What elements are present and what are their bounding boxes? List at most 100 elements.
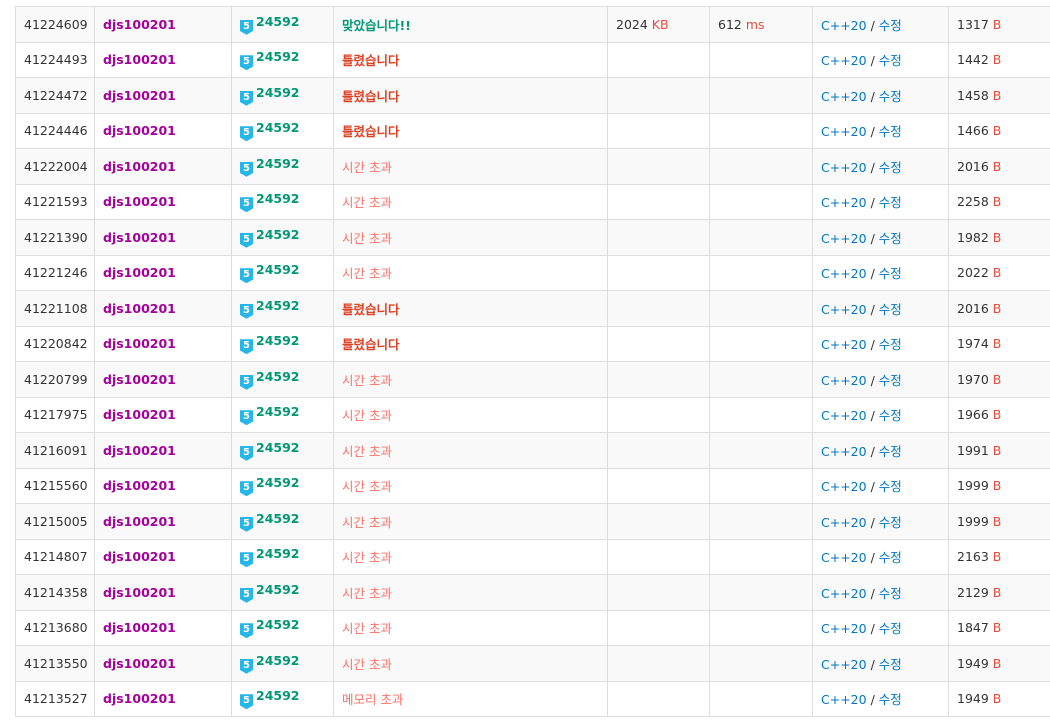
edit-link[interactable]: 수정 xyxy=(879,302,902,317)
user-link[interactable]: djs100201 xyxy=(103,194,176,209)
problem-link[interactable]: 24592 xyxy=(256,582,300,597)
edit-link[interactable]: 수정 xyxy=(879,53,902,68)
problem-link[interactable]: 24592 xyxy=(256,440,300,455)
edit-link[interactable]: 수정 xyxy=(879,195,902,210)
problem-link[interactable]: 24592 xyxy=(256,333,300,348)
user-link[interactable]: djs100201 xyxy=(103,443,176,458)
edit-link[interactable]: 수정 xyxy=(879,266,902,281)
language-link[interactable]: C++20 xyxy=(821,408,867,423)
edit-link[interactable]: 수정 xyxy=(879,160,902,175)
problem-link[interactable]: 24592 xyxy=(256,120,300,135)
submission-id: 41222004 xyxy=(15,148,95,185)
language-link[interactable]: C++20 xyxy=(821,692,867,707)
problem-link[interactable]: 24592 xyxy=(256,404,300,419)
edit-link[interactable]: 수정 xyxy=(879,373,902,388)
language-link[interactable]: C++20 xyxy=(821,373,867,388)
problem-cell: 5 24592 xyxy=(231,361,334,398)
memory-cell xyxy=(607,326,710,362)
user-link[interactable]: djs100201 xyxy=(103,17,176,32)
language-link[interactable]: C++20 xyxy=(821,124,867,139)
language-link[interactable]: C++20 xyxy=(821,550,867,565)
edit-link[interactable]: 수정 xyxy=(879,337,902,352)
code-length-cell: 1966 B xyxy=(948,397,1050,433)
problem-link[interactable]: 24592 xyxy=(256,156,300,171)
edit-link[interactable]: 수정 xyxy=(879,550,902,565)
problem-link[interactable]: 24592 xyxy=(256,653,300,668)
user-link[interactable]: djs100201 xyxy=(103,336,176,351)
edit-link[interactable]: 수정 xyxy=(879,18,902,33)
code-length-unit: B xyxy=(992,16,1002,32)
language-link[interactable]: C++20 xyxy=(821,231,867,246)
language-link[interactable]: C++20 xyxy=(821,160,867,175)
edit-link[interactable]: 수정 xyxy=(879,444,902,459)
edit-link[interactable]: 수정 xyxy=(879,586,902,601)
language-link[interactable]: C++20 xyxy=(821,515,867,530)
language-link[interactable]: C++20 xyxy=(821,337,867,352)
code-length-value: 2022 xyxy=(957,265,989,281)
submission-id-value: 41213680 xyxy=(24,620,88,636)
solvedac-tier-badge-icon: 5 xyxy=(240,516,253,532)
code-length-value: 2258 xyxy=(957,194,989,210)
user-link[interactable]: djs100201 xyxy=(103,656,176,671)
language-link[interactable]: C++20 xyxy=(821,266,867,281)
problem-link[interactable]: 24592 xyxy=(256,14,300,29)
user-link[interactable]: djs100201 xyxy=(103,159,176,174)
problem-link[interactable]: 24592 xyxy=(256,191,300,206)
code-length-value: 1442 xyxy=(957,52,989,68)
user-link[interactable]: djs100201 xyxy=(103,52,176,67)
edit-link[interactable]: 수정 xyxy=(879,231,902,246)
time-cell xyxy=(709,148,813,185)
language-link[interactable]: C++20 xyxy=(821,53,867,68)
code-length-unit: B xyxy=(992,265,1002,281)
code-length-value: 1847 xyxy=(957,620,989,636)
language-link[interactable]: C++20 xyxy=(821,586,867,601)
edit-link[interactable]: 수정 xyxy=(879,657,902,672)
problem-link[interactable]: 24592 xyxy=(256,617,300,632)
language-link[interactable]: C++20 xyxy=(821,657,867,672)
memory-unit: KB xyxy=(651,16,669,32)
user-link[interactable]: djs100201 xyxy=(103,372,176,387)
user-link[interactable]: djs100201 xyxy=(103,549,176,564)
user-link[interactable]: djs100201 xyxy=(103,585,176,600)
user-link[interactable]: djs100201 xyxy=(103,265,176,280)
submission-id-value: 41215005 xyxy=(24,513,88,529)
edit-link[interactable]: 수정 xyxy=(879,621,902,636)
language-link[interactable]: C++20 xyxy=(821,444,867,459)
solvedac-tier-badge-icon: 5 xyxy=(240,90,253,106)
edit-link[interactable]: 수정 xyxy=(879,515,902,530)
user-link[interactable]: djs100201 xyxy=(103,478,176,493)
problem-link[interactable]: 24592 xyxy=(256,369,300,384)
user-link[interactable]: djs100201 xyxy=(103,123,176,138)
separator: / xyxy=(870,230,875,246)
separator: / xyxy=(870,17,875,33)
user-link[interactable]: djs100201 xyxy=(103,407,176,422)
user-link[interactable]: djs100201 xyxy=(103,620,176,635)
problem-link[interactable]: 24592 xyxy=(256,227,300,242)
language-link[interactable]: C++20 xyxy=(821,479,867,494)
problem-link[interactable]: 24592 xyxy=(256,298,300,313)
edit-link[interactable]: 수정 xyxy=(879,479,902,494)
edit-link[interactable]: 수정 xyxy=(879,692,902,707)
language-link[interactable]: C++20 xyxy=(821,195,867,210)
result-cell: 틀렸습니다 xyxy=(333,290,608,327)
user-link[interactable]: djs100201 xyxy=(103,88,176,103)
edit-link[interactable]: 수정 xyxy=(879,408,902,423)
language-link[interactable]: C++20 xyxy=(821,89,867,104)
user-link[interactable]: djs100201 xyxy=(103,691,176,706)
problem-link[interactable]: 24592 xyxy=(256,49,300,64)
problem-link[interactable]: 24592 xyxy=(256,475,300,490)
submission-id: 41213550 xyxy=(15,645,95,682)
language-link[interactable]: C++20 xyxy=(821,18,867,33)
problem-link[interactable]: 24592 xyxy=(256,688,300,703)
edit-link[interactable]: 수정 xyxy=(879,89,902,104)
user-link[interactable]: djs100201 xyxy=(103,514,176,529)
problem-link[interactable]: 24592 xyxy=(256,262,300,277)
user-link[interactable]: djs100201 xyxy=(103,230,176,245)
problem-link[interactable]: 24592 xyxy=(256,511,300,526)
problem-link[interactable]: 24592 xyxy=(256,85,300,100)
edit-link[interactable]: 수정 xyxy=(879,124,902,139)
language-link[interactable]: C++20 xyxy=(821,302,867,317)
language-link[interactable]: C++20 xyxy=(821,621,867,636)
problem-link[interactable]: 24592 xyxy=(256,546,300,561)
user-link[interactable]: djs100201 xyxy=(103,301,176,316)
